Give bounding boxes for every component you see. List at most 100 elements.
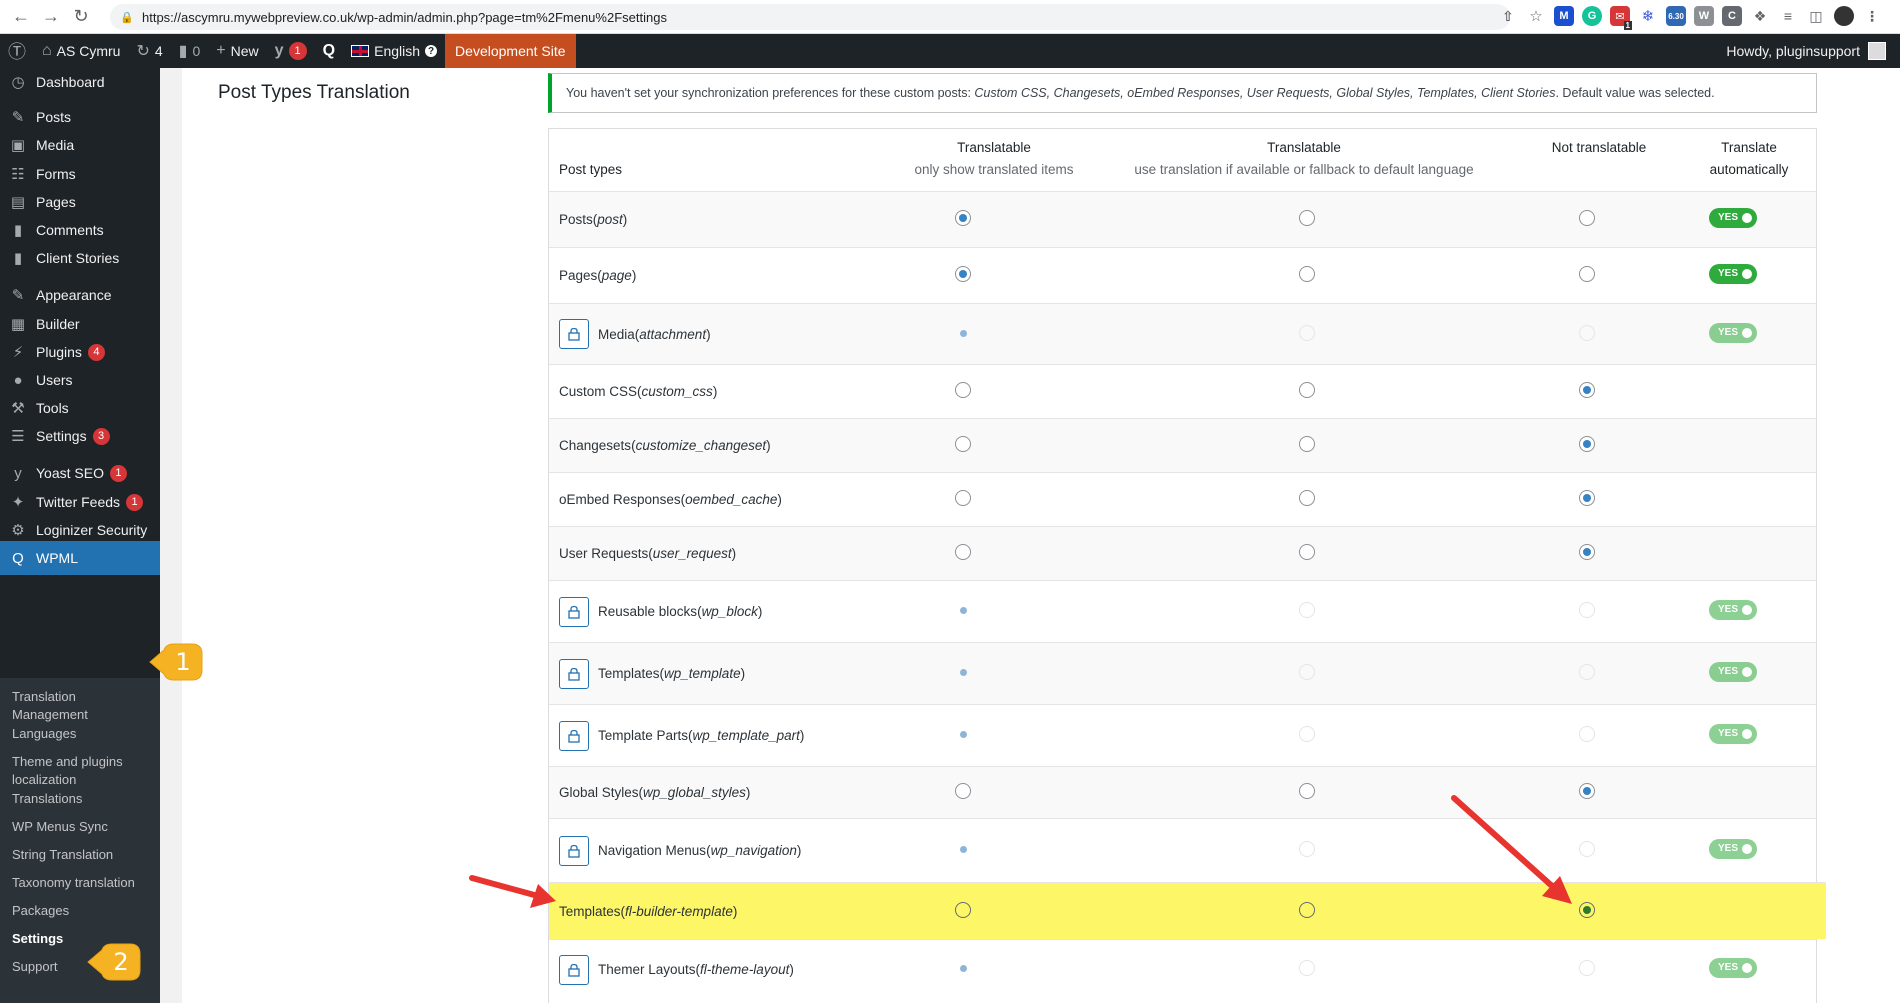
address-bar[interactable]: 🔒 https://ascymru.mywebpreview.co.uk/wp-… [110, 4, 1510, 30]
paren-close: ) [799, 728, 805, 743]
sidebar-item-settings[interactable]: ☰ Settings 3 [0, 419, 160, 453]
c-extension-icon[interactable]: C [1722, 6, 1742, 26]
share-icon[interactable]: ⇧ [1498, 6, 1518, 26]
radio-translatable-fallback[interactable] [1299, 266, 1315, 282]
toggle-label: YES [1718, 604, 1739, 615]
post-type-slug: wp_block [701, 604, 758, 619]
radio-translatable-only[interactable] [955, 783, 971, 799]
updates-link[interactable]: ↻ 4 [128, 34, 170, 68]
malwarebytes-icon[interactable]: M [1554, 6, 1574, 26]
radio-not-translatable[interactable] [1579, 902, 1595, 918]
yoast-link[interactable]: y1 [267, 34, 315, 68]
submenu-item-packages[interactable]: Packages [12, 902, 152, 920]
sidepanel-icon[interactable]: ◫ [1806, 6, 1826, 26]
lock-icon[interactable] [559, 596, 589, 627]
translate-automatically-toggle: YES [1709, 839, 1757, 859]
lock-icon[interactable] [559, 658, 589, 689]
forward-icon[interactable]: → [38, 4, 64, 30]
radio-not-translatable[interactable] [1579, 783, 1595, 799]
comment-icon: ▮ [13, 250, 23, 267]
lock-icon[interactable] [559, 835, 589, 866]
radio-translatable-fallback[interactable] [1299, 210, 1315, 226]
paren-close: ) [766, 438, 771, 453]
post-type-slug: wp_navigation [710, 843, 797, 858]
radio-not-translatable[interactable] [1579, 436, 1595, 452]
reload-icon[interactable]: ↻ [68, 4, 94, 30]
table-row: Posts (post) YES [549, 191, 1816, 247]
post-type-slug: wp_template [664, 666, 741, 681]
submenu-item-translations[interactable]: Translations [12, 790, 152, 808]
grammarly-icon[interactable]: G [1582, 6, 1602, 26]
site-name-link[interactable]: ⌂ AS Cymru [34, 34, 128, 68]
radio-not-translatable[interactable] [1579, 544, 1595, 560]
radio-translatable-fallback[interactable] [1299, 544, 1315, 560]
submenu-item-taxonomy-translation[interactable]: Taxonomy translation [12, 874, 152, 892]
radio-not-translatable[interactable] [1579, 490, 1595, 506]
table-row: Templates (wp_template) YES [549, 642, 1816, 704]
radio-translatable-fallback[interactable] [1299, 490, 1315, 506]
gear-icon: ⚙ [11, 522, 25, 539]
table-row: Templates (fl-builder-template) [549, 882, 1826, 939]
back-icon[interactable]: ← [8, 4, 34, 30]
paren-close: ) [731, 546, 737, 561]
radio-translatable-only[interactable] [955, 544, 971, 560]
sidebar-item-wpml[interactable]: Q WPML [0, 541, 160, 575]
wordpress-logo-icon[interactable]: Ⓣ [0, 34, 34, 68]
paren-close: ) [732, 903, 738, 919]
notice-text: You haven't set your synchronization pre… [566, 86, 1715, 100]
development-site-badge[interactable]: Development Site [445, 34, 576, 68]
toggle-label: YES [1718, 666, 1739, 677]
comments-link[interactable]: ▮ 0 [171, 34, 209, 68]
menu-kebab-icon[interactable]: ⋮ [1862, 6, 1882, 26]
post-type-label: Posts (post) [559, 192, 627, 247]
wpml-link[interactable]: Q [315, 34, 343, 68]
puzzle-icon[interactable]: ❖ [1750, 6, 1770, 26]
radio-translatable-only[interactable] [955, 436, 971, 452]
radio-not-translatable[interactable] [1579, 210, 1595, 226]
radio-not-translatable[interactable] [1579, 382, 1595, 398]
post-type-label: Media (attachment) [559, 304, 711, 364]
profile-avatar-icon[interactable] [1834, 6, 1854, 26]
translate-automatically-toggle[interactable]: YES [1709, 208, 1757, 228]
radio-not-translatable[interactable] [1579, 266, 1595, 282]
radio-translatable-fallback[interactable] [1299, 902, 1315, 918]
translate-automatically-toggle[interactable]: YES [1709, 264, 1757, 284]
radio-translatable-fallback[interactable] [1299, 382, 1315, 398]
sidebar-item-label: Tools [36, 400, 69, 416]
radio-translatable-only[interactable] [955, 382, 971, 398]
submenu-item-string-translation[interactable]: String Translation [12, 846, 152, 864]
radio-translatable-fallback[interactable] [1299, 436, 1315, 452]
submenu-item-languages[interactable]: Languages [12, 725, 152, 743]
account-menu[interactable]: Howdy, pluginsupport [1726, 34, 1886, 68]
update-count-badge: 3 [92, 427, 110, 445]
w-extension-icon[interactable]: W [1694, 6, 1714, 26]
radio-not-translatable [1579, 841, 1595, 857]
radio-translatable-only[interactable] [955, 490, 971, 506]
lock-icon[interactable] [559, 720, 589, 751]
post-type-name: Templates [598, 666, 660, 681]
sidebar-item-dashboard[interactable]: ◷ Dashboard [0, 68, 160, 99]
radio-translatable-only[interactable] [955, 266, 971, 282]
snowflake-icon[interactable]: ❄ [1638, 6, 1658, 26]
tracker-extension-icon[interactable]: 6.30 [1666, 6, 1686, 26]
grid-icon: ▦ [10, 316, 26, 333]
lock-icon[interactable] [559, 319, 589, 349]
language-switcher[interactable]: English? [343, 34, 445, 68]
submenu-item-theme-and-plugins-localization[interactable]: Theme and plugins localization [12, 753, 152, 789]
radio-translatable-only[interactable] [955, 902, 971, 918]
reading-list-icon[interactable]: ≡ [1778, 6, 1798, 26]
mail-extension-icon[interactable]: ✉ 1 [1610, 6, 1632, 30]
radio-translatable-only[interactable] [955, 210, 971, 226]
radio-translatable-fallback[interactable] [1299, 783, 1315, 799]
star-icon[interactable]: ☆ [1526, 6, 1546, 26]
sidebar-item-client-stories[interactable]: ▮ Client Stories [0, 241, 160, 275]
sliders-icon: ☰ [11, 428, 25, 445]
submenu-item-wp-menus-sync[interactable]: WP Menus Sync [12, 818, 152, 836]
sidebar-item-label: Yoast SEO [36, 465, 104, 481]
submenu-item-translation-management[interactable]: Translation Management [12, 688, 152, 724]
new-content-link[interactable]: + New [208, 34, 266, 68]
radio-not-translatable [1579, 726, 1595, 742]
post-type-slug: customize_changeset [635, 438, 767, 453]
lock-icon[interactable] [559, 954, 589, 985]
wrench-icon: ⚒ [11, 400, 25, 417]
